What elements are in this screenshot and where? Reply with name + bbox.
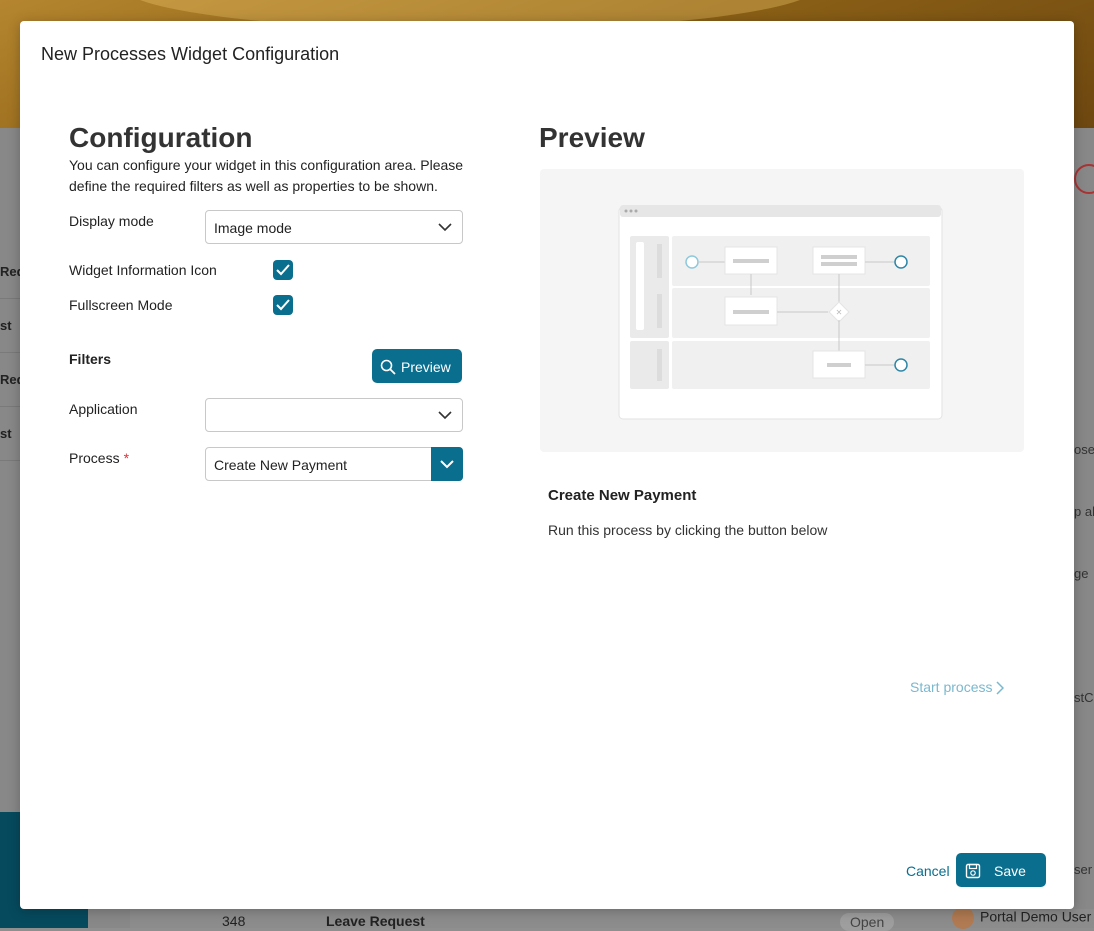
save-button[interactable]: Save [956,853,1046,887]
search-icon [380,359,396,375]
process-value: Create New Payment [214,457,348,473]
configuration-description: You can configure your widget in this co… [69,157,464,194]
checkmark-icon [276,299,290,311]
bg-row-id: 348 [222,913,246,929]
save-button-label: Save [994,863,1026,879]
bg-fragment: ser [1074,862,1093,877]
info-icon-checkbox[interactable] [273,260,293,280]
chevron-down-icon [438,411,452,420]
background-left-list: Req st Req st [0,245,20,461]
application-label: Application [69,401,138,417]
preview-process-title: Create New Payment [548,487,697,504]
preview-button-label: Preview [401,359,451,375]
bg-fragment: p al [1074,504,1094,519]
required-marker: * [123,450,130,466]
bg-list-item: Req [0,353,20,407]
configuration-heading: Configuration [69,122,253,153]
checkmark-icon [276,264,290,276]
start-process-link[interactable]: Start process [910,679,1005,695]
save-icon [965,863,981,879]
preview-image: ✕ [540,169,1024,452]
cancel-button[interactable]: Cancel [906,863,950,879]
process-dropdown-button[interactable] [431,447,463,481]
process-combobox[interactable]: Create New Payment [205,447,463,481]
fullscreen-label: Fullscreen Mode [69,297,173,313]
bg-list-item: Req [0,245,20,299]
bg-list-item: st [0,299,20,353]
bg-fragment: stCa [1074,690,1094,705]
bg-list-item: st [0,407,20,461]
chevron-down-icon [440,460,454,469]
bg-status-badge: Open [840,913,895,931]
process-illustration: ✕ [618,205,943,420]
dialog-title: New Processes Widget Configuration [41,44,340,64]
background-right-column: ose p al ge stCa ser [1074,128,1094,928]
preview-button[interactable]: Preview [372,349,462,383]
filters-heading: Filters [69,351,112,367]
svg-text:✕: ✕ [836,308,843,317]
bg-fragment: ge [1074,566,1089,581]
process-label: Process * [69,450,129,466]
avatar [952,907,974,929]
preview-process-description: Run this process by clicking the button … [548,522,828,538]
display-mode-dropdown[interactable]: Image mode [205,210,463,244]
bg-row-name: Leave Request [326,913,425,929]
bg-row-user: Portal Demo User [952,907,1091,929]
application-dropdown[interactable] [205,398,463,432]
display-mode-label: Display mode [69,213,154,229]
background-table-row: 348 Leave Request Open Portal Demo User [130,907,1094,931]
start-process-label: Start process [910,679,993,695]
bg-user-name: Portal Demo User [980,908,1092,925]
chevron-down-icon [438,223,452,232]
fullscreen-checkbox[interactable] [273,295,293,315]
preview-heading: Preview [539,122,645,153]
chevron-right-icon [996,681,1005,695]
widget-config-dialog: New Processes Widget Configuration Confi… [20,21,1074,909]
display-mode-value: Image mode [214,220,292,236]
bg-fragment: ose [1074,442,1094,457]
process-label-text: Process [69,450,120,466]
info-icon-label: Widget Information Icon [69,262,217,278]
trash-icon [1074,164,1094,194]
